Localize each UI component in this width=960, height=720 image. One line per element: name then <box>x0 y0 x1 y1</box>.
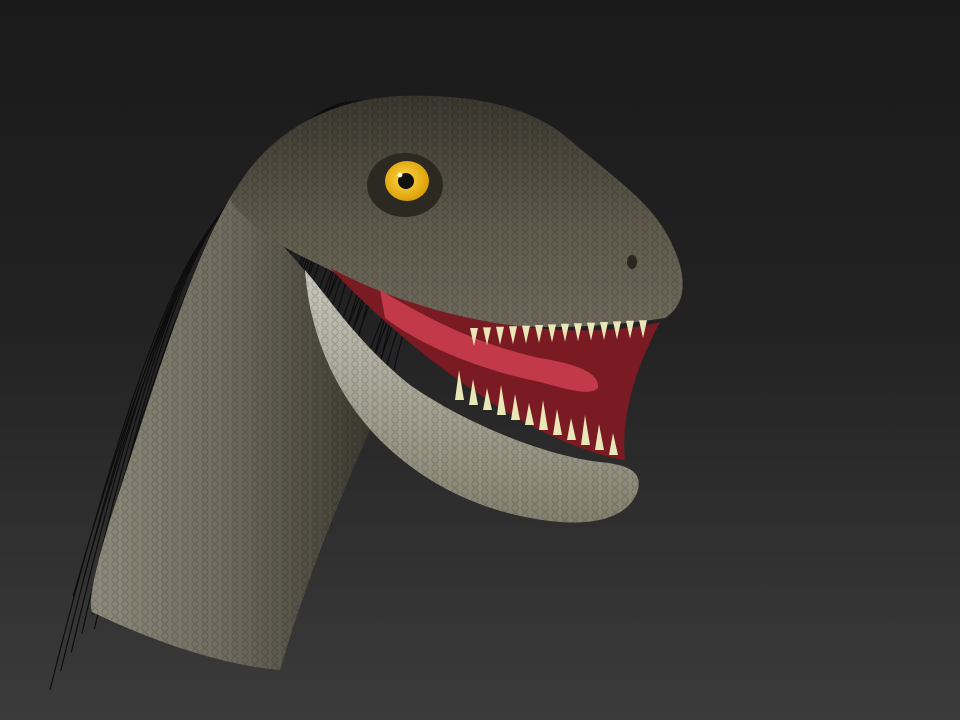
dinosaur-render <box>49 95 683 691</box>
eye-highlight <box>397 172 403 178</box>
render-viewport <box>0 0 960 720</box>
nostril <box>627 255 637 269</box>
